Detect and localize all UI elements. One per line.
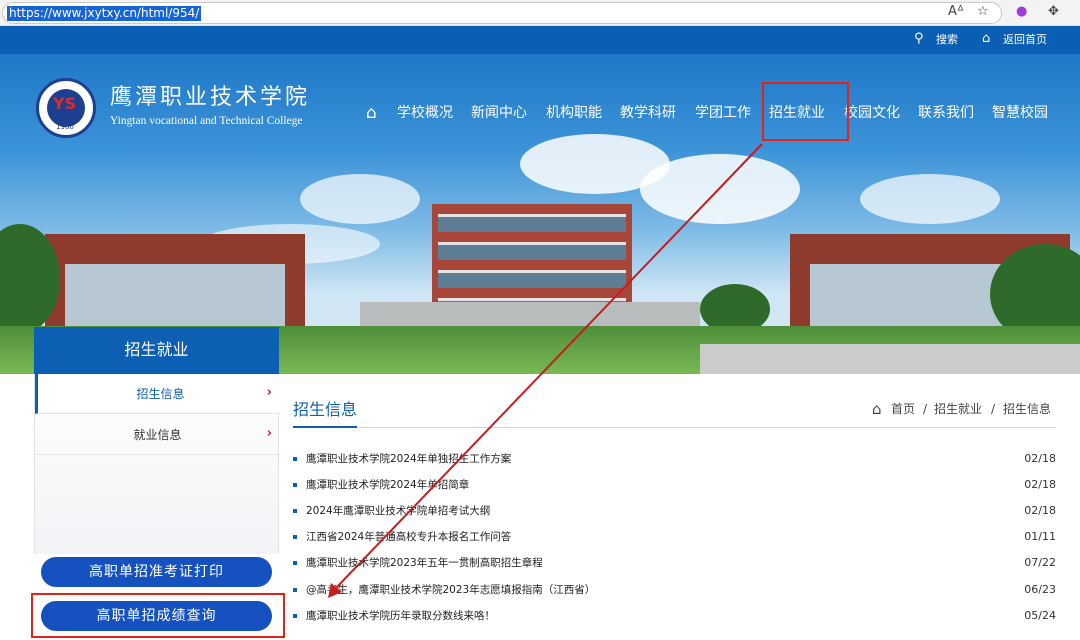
nav-item-smart-campus[interactable]: 智慧校园: [992, 103, 1048, 123]
sidebar-item-label: 就业信息: [133, 428, 182, 442]
news-title[interactable]: 2024年鹰潭职业技术学院单招考试大纲: [306, 502, 490, 520]
favorite-star-icon[interactable]: ☆: [977, 4, 989, 20]
news-item[interactable]: 鹰潭职业技术学院2024年单独招生工作方案 02/18: [293, 450, 1056, 468]
bullet-icon: [293, 457, 297, 461]
sidebar-item-employment-info[interactable]: 就业信息 ›: [35, 415, 280, 455]
news-date: 02/18: [1024, 478, 1056, 491]
sidebar-panel: 招生信息 › 就业信息 ›: [34, 374, 280, 554]
news-item[interactable]: 鹰潭职业技术学院历年录取分数线来咯！ 05/24: [293, 607, 1056, 625]
news-date: 02/18: [1024, 452, 1056, 465]
annotation-box-score-query: [31, 593, 285, 638]
bullet-icon: [293, 483, 297, 487]
news-title[interactable]: @高考生，鹰潭职业技术学院2023年志愿填报指南（江西省）: [306, 581, 595, 599]
nav-home-icon[interactable]: ⌂: [366, 103, 377, 123]
search-icon[interactable]: ⚲: [914, 31, 924, 47]
nav-item-student-work[interactable]: 学团工作: [695, 103, 751, 123]
news-title[interactable]: 江西省2024年普通高校专升本报名工作问答: [306, 528, 511, 546]
news-item[interactable]: @高考生，鹰潭职业技术学院2023年志愿填报指南（江西省） 06/23: [293, 581, 1056, 599]
browser-address-bar: https://www.jxytxy.cn/html/954/ Aᐞ ☆ ● ✥: [0, 0, 1080, 26]
road: [700, 344, 1080, 374]
news-item[interactable]: 鹰潭职业技术学院2023年五年一贯制高职招生章程 07/22: [293, 554, 1056, 572]
back-home-link[interactable]: 返回首页: [1003, 32, 1047, 48]
content-divider: [293, 427, 1056, 428]
bullet-icon: [293, 614, 297, 618]
nav-item-campus-culture[interactable]: 校园文化: [844, 103, 900, 123]
sidebar-item-admissions-info[interactable]: 招生信息 ›: [35, 374, 280, 414]
sidebar-header: 招生就业: [34, 327, 279, 374]
chevron-right-icon: ›: [266, 385, 272, 400]
copilot-icon[interactable]: ●: [1016, 4, 1027, 20]
nav-item-departments[interactable]: 机构职能: [546, 103, 602, 123]
nav-item-contact[interactable]: 联系我们: [918, 103, 974, 123]
news-item[interactable]: 鹰潭职业技术学院2024年单招简章 02/18: [293, 476, 1056, 494]
home-icon[interactable]: ⌂: [982, 31, 990, 47]
college-name-cn: 鹰潭职业技术学院: [110, 85, 311, 110]
news-date: 05/24: [1024, 609, 1056, 622]
news-date: 02/18: [1024, 504, 1056, 517]
news-item[interactable]: 江西省2024年普通高校专升本报名工作问答 01/11: [293, 528, 1056, 546]
extensions-icon[interactable]: ✥: [1048, 4, 1059, 20]
logo-monogram: YS: [53, 94, 77, 113]
news-date: 07/22: [1024, 556, 1056, 569]
bullet-icon: [293, 588, 297, 592]
content-divider-accent: [293, 426, 357, 428]
content-title: 招生信息: [293, 400, 358, 419]
nav-item-teaching[interactable]: 教学科研: [620, 103, 676, 123]
cloud: [300, 174, 420, 224]
news-date: 01/11: [1024, 530, 1056, 543]
bullet-icon: [293, 535, 297, 539]
chevron-right-icon: ›: [266, 426, 272, 441]
news-date: 06/23: [1024, 583, 1056, 596]
breadcrumb-home-icon[interactable]: ⌂: [872, 400, 882, 418]
search-link[interactable]: 搜索: [936, 32, 958, 48]
annotation-box-nav: [762, 82, 849, 141]
nav-item-about[interactable]: 学校概况: [397, 103, 453, 123]
hero-banner: YS 1960 鹰潭职业技术学院 Yingtan vocational and …: [0, 54, 1080, 374]
url-text[interactable]: https://www.jxytxy.cn/html/954/: [7, 6, 202, 21]
page: https://www.jxytxy.cn/html/954/ Aᐞ ☆ ● ✥…: [0, 0, 1080, 640]
news-title[interactable]: 鹰潭职业技术学院2024年单招简章: [306, 476, 469, 494]
breadcrumb-separator: /: [991, 402, 996, 416]
sidebar-item-label: 招生信息: [136, 387, 185, 401]
read-aloud-icon[interactable]: Aᐞ: [948, 4, 964, 20]
bullet-icon: [293, 509, 297, 513]
bullet-icon: [293, 561, 297, 565]
print-admission-ticket-button[interactable]: 高职单招准考证打印: [41, 557, 272, 587]
breadcrumb-separator: /: [923, 402, 928, 416]
breadcrumb-section[interactable]: 招生就业: [934, 400, 982, 418]
cloud: [640, 154, 800, 224]
utility-bar: ⚲ 搜索 ⌂ 返回首页: [0, 26, 1080, 54]
college-name-en: Yingtan vocational and Technical College: [110, 115, 303, 127]
url-field[interactable]: https://www.jxytxy.cn/html/954/: [2, 2, 1002, 24]
news-title[interactable]: 鹰潭职业技术学院2024年单独招生工作方案: [306, 450, 511, 468]
news-title[interactable]: 鹰潭职业技术学院历年录取分数线来咯！: [306, 607, 495, 625]
logo-year: 1960: [56, 123, 74, 131]
sidebar-title: 招生就业: [124, 340, 189, 359]
breadcrumb-home[interactable]: 首页: [891, 400, 915, 418]
cloud: [860, 174, 1000, 224]
news-item[interactable]: 2024年鹰潭职业技术学院单招考试大纲 02/18: [293, 502, 1056, 520]
college-logo[interactable]: YS 1960: [36, 78, 96, 138]
breadcrumb-current: 招生信息: [1003, 402, 1052, 416]
news-title[interactable]: 鹰潭职业技术学院2023年五年一贯制高职招生章程: [306, 554, 543, 572]
nav-item-news[interactable]: 新闻中心: [471, 103, 527, 123]
